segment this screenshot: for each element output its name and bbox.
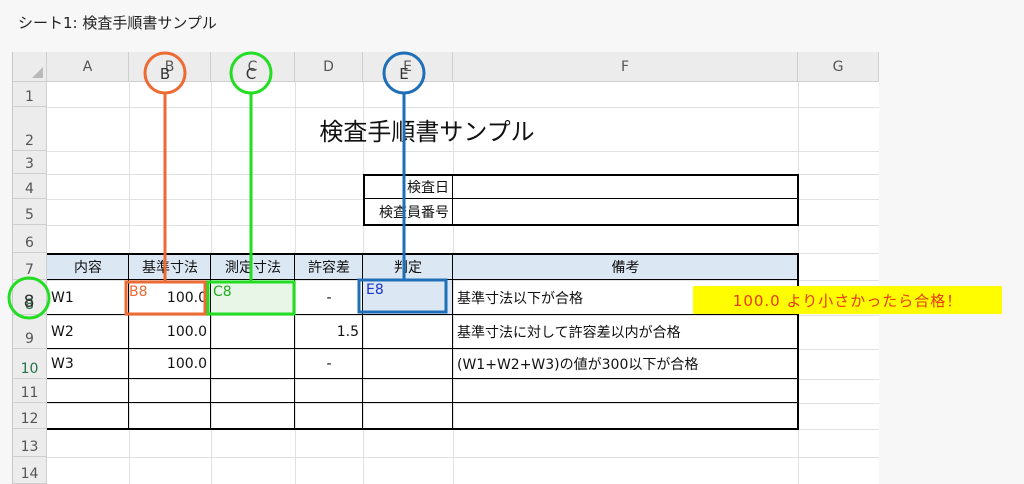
column-b-callout-label: B (160, 65, 170, 83)
annotation-overlay: B C E 8 (7, 51, 448, 320)
cell-b8-tag: B8 (129, 284, 148, 300)
cell-c8-tag: C8 (213, 284, 232, 300)
column-e-callout-label: E (399, 65, 408, 83)
cell-e8-tag: E8 (366, 282, 384, 298)
pass-condition-note: 100.0 より小さかったら合格！ (693, 286, 1002, 314)
column-c-callout-label: C (246, 65, 256, 83)
row-8-callout-label: 8 (24, 292, 35, 312)
